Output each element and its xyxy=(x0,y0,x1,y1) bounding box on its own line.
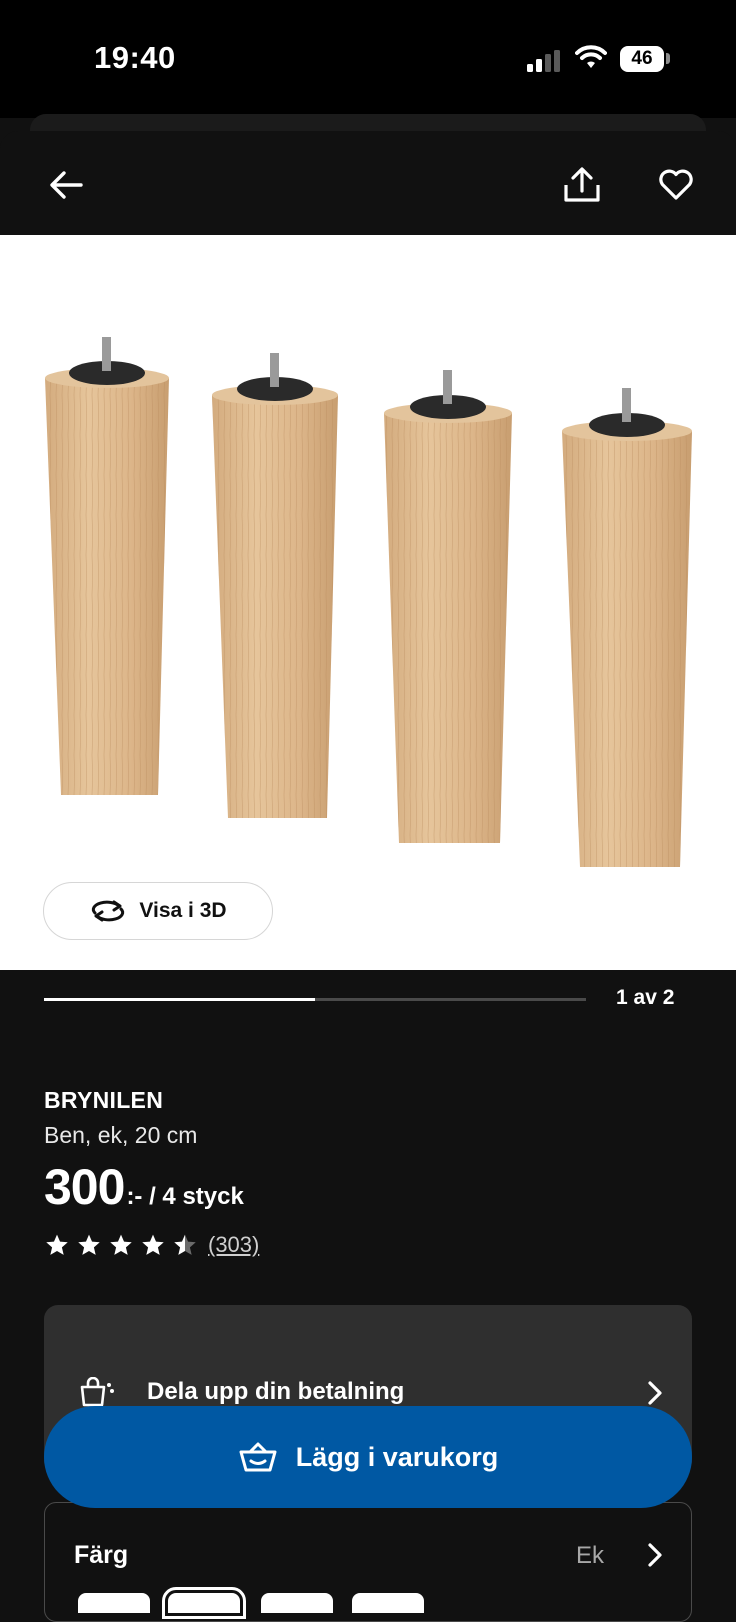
heart-icon xyxy=(659,169,693,200)
view-3d-label: Visa i 3D xyxy=(139,899,227,922)
rotate-3d-icon xyxy=(92,900,125,922)
favorite-button[interactable] xyxy=(652,161,700,209)
view-3d-button[interactable]: Visa i 3D xyxy=(43,882,273,940)
add-to-cart-button[interactable]: Lägg i varukorg xyxy=(44,1406,692,1508)
product-header xyxy=(0,131,736,235)
color-swatch-selected[interactable] xyxy=(162,1587,246,1619)
wifi-icon xyxy=(575,45,607,68)
color-swatch[interactable] xyxy=(261,1593,333,1613)
color-swatch[interactable] xyxy=(352,1593,424,1613)
product-price: 300 :- / 4 styck xyxy=(44,1158,244,1216)
star-full-icon xyxy=(78,1234,100,1255)
cellular-signal-icon xyxy=(527,50,560,72)
battery-indicator: 46 xyxy=(620,46,664,72)
split-payment-label: Dela upp din betalning xyxy=(147,1378,405,1405)
product-name: BRYNILEN xyxy=(44,1087,164,1113)
status-bar: 19:40 46 xyxy=(0,0,736,118)
price-value: 300 xyxy=(44,1159,125,1215)
gallery-progress xyxy=(44,998,586,1001)
chevron-right-icon xyxy=(648,1543,662,1567)
battery-cap xyxy=(666,53,670,64)
product-description: Ben, ek, 20 cm xyxy=(44,1122,198,1148)
gallery-progress-fill xyxy=(44,998,315,1001)
share-icon xyxy=(564,167,600,202)
color-value: Ek xyxy=(576,1542,605,1569)
arrow-left-icon xyxy=(50,171,83,199)
review-count-link[interactable]: (303) xyxy=(208,1232,259,1258)
color-swatch[interactable] xyxy=(78,1593,150,1613)
shopping-basket-icon xyxy=(239,1442,277,1472)
product-image[interactable] xyxy=(0,235,736,970)
color-label: Färg xyxy=(74,1541,129,1569)
star-full-icon xyxy=(142,1234,164,1255)
star-half-icon xyxy=(174,1234,196,1255)
star-full-icon xyxy=(110,1234,132,1255)
share-button[interactable] xyxy=(558,161,606,209)
shopping-bag-payment-icon xyxy=(80,1377,114,1407)
rating-stars[interactable] xyxy=(44,1233,198,1257)
furniture-legs-illustration xyxy=(45,337,692,867)
price-unit: :- / 4 styck xyxy=(126,1183,244,1210)
status-time: 19:40 xyxy=(94,40,176,75)
gallery-counter: 1 av 2 xyxy=(616,986,675,1009)
chevron-right-icon xyxy=(648,1381,662,1405)
add-to-cart-label: Lägg i varukorg xyxy=(295,1441,499,1472)
back-button[interactable] xyxy=(42,161,90,209)
star-full-icon xyxy=(46,1234,68,1255)
